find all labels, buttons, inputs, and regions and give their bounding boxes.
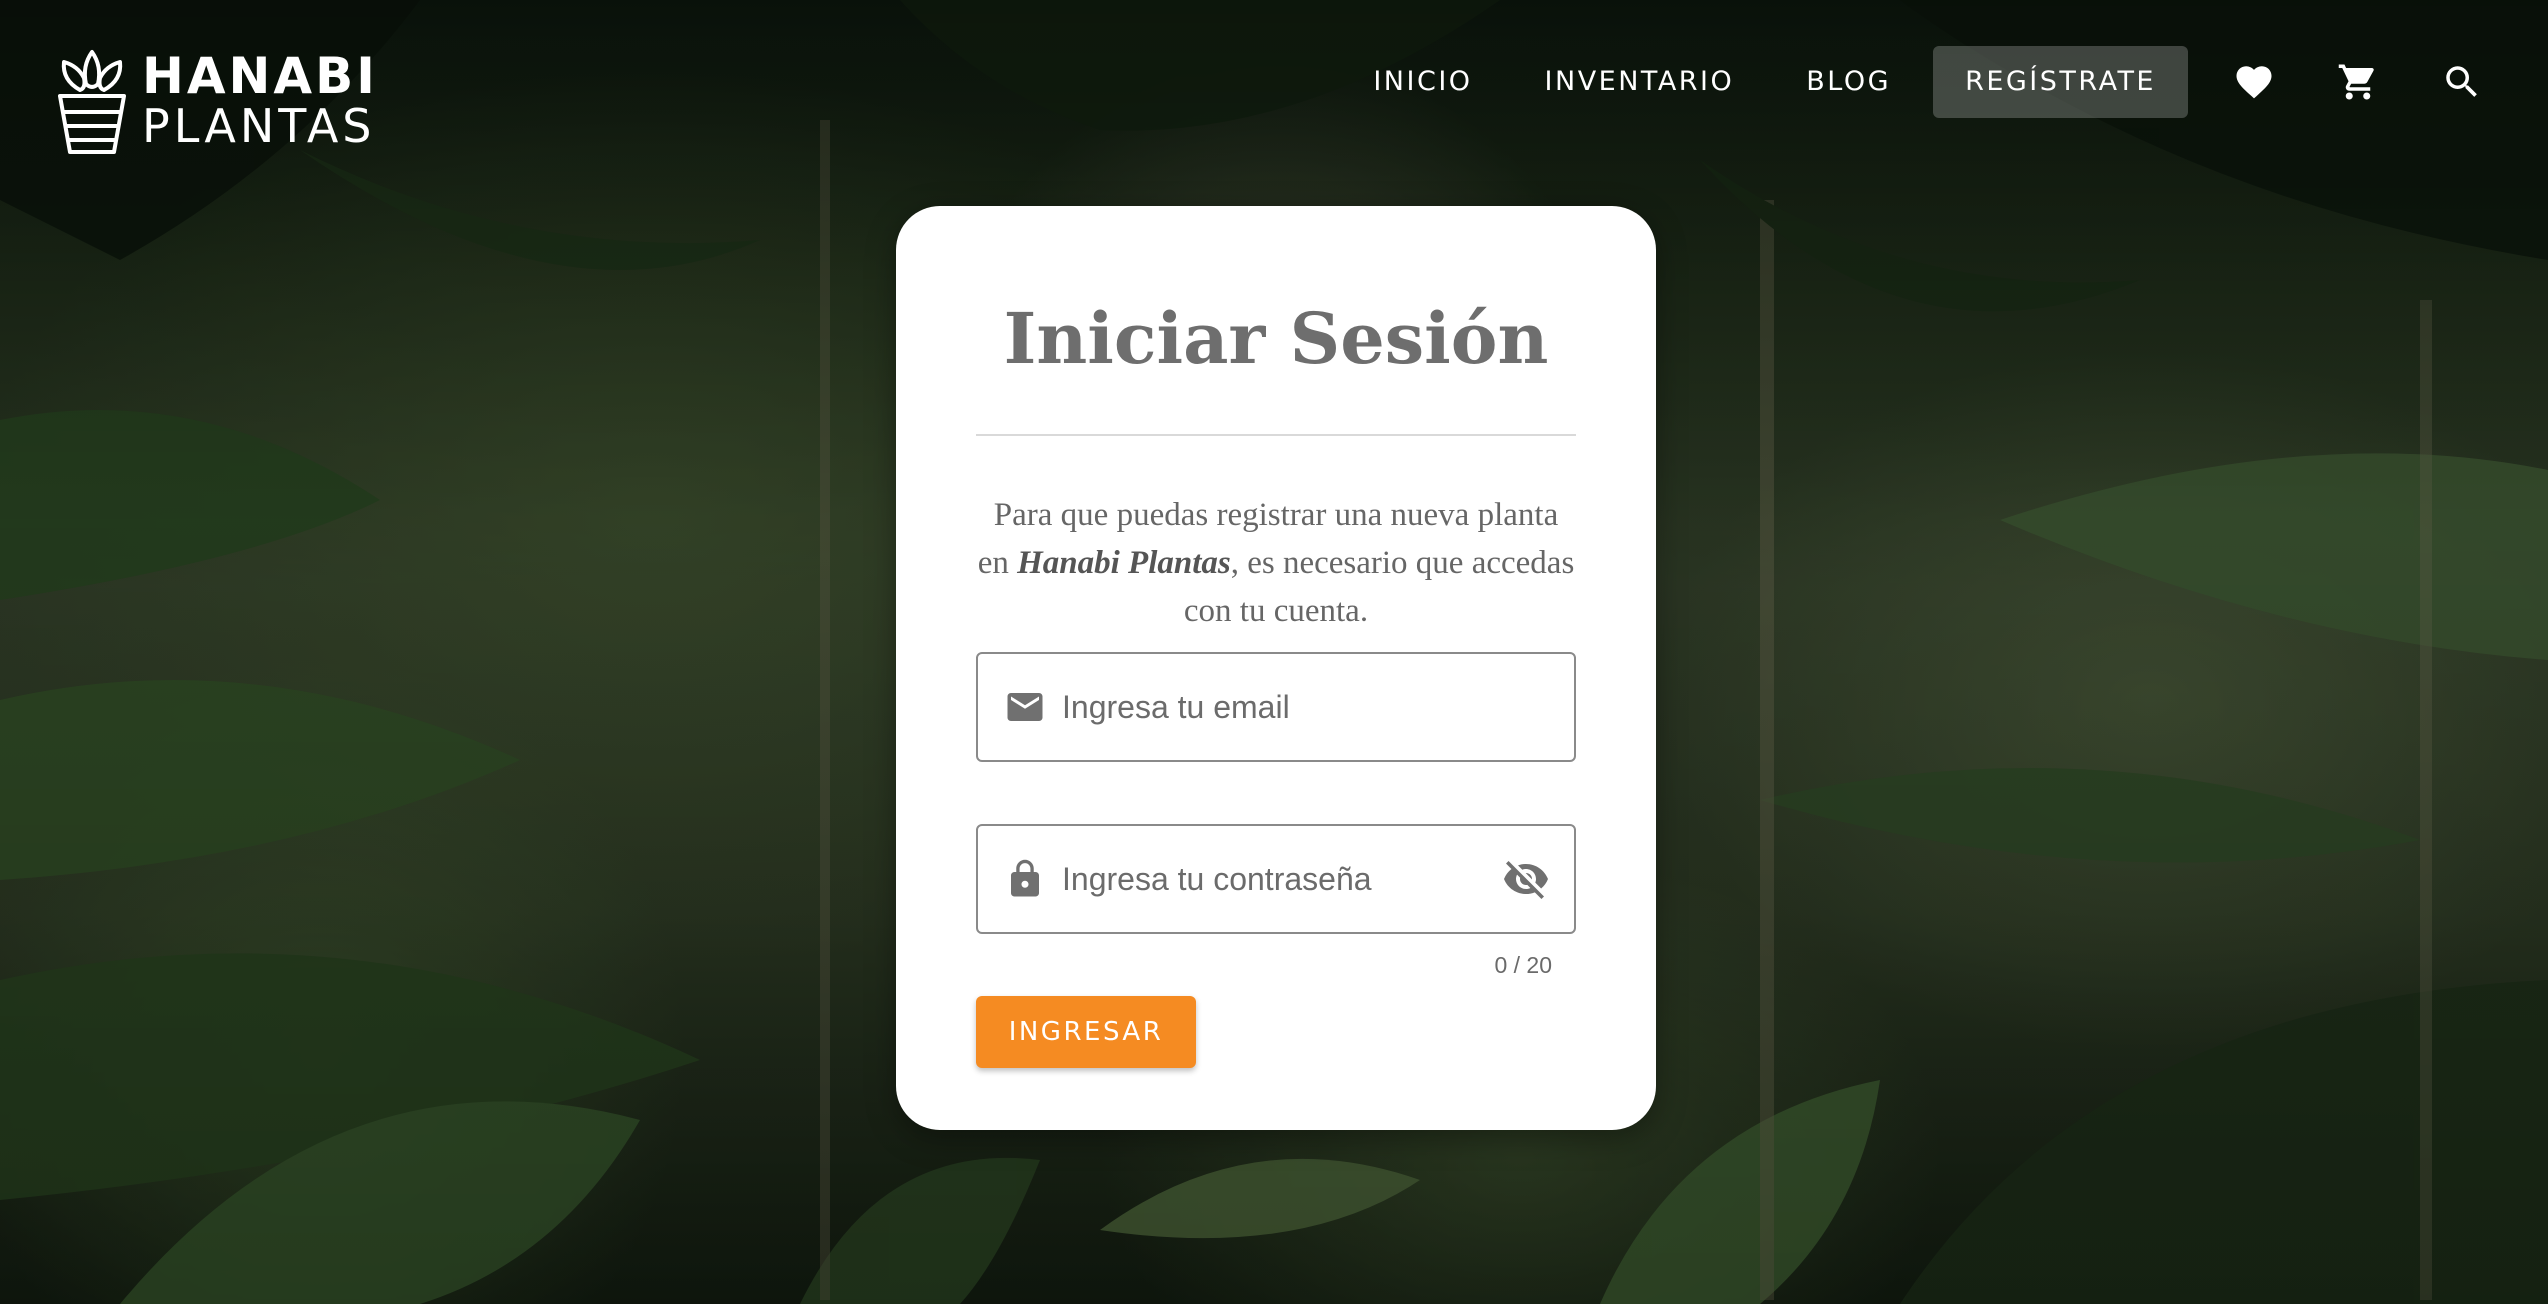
brand-logo[interactable]: HANABI PLANTAS (56, 48, 378, 154)
lock-icon (1011, 859, 1039, 897)
email-input[interactable] (1060, 676, 1574, 738)
brand-name: HANABI PLANTAS (142, 51, 378, 151)
mail-icon (1007, 693, 1043, 721)
password-char-counter: 0 / 20 (1494, 952, 1552, 978)
site-header: HANABI PLANTAS INICIO INVENTARIO BLOG RE… (0, 0, 2548, 160)
cart-button[interactable] (2306, 46, 2410, 118)
email-field (976, 652, 1576, 762)
visibility-off-icon[interactable] (1502, 855, 1550, 903)
description-text-end: , es necesario que accedas con tu cuenta… (1183, 545, 1575, 629)
login-card: Iniciar Sesión Para que puedas registrar… (896, 206, 1656, 1130)
login-title: Iniciar Sesión (1003, 297, 1549, 380)
password-input[interactable] (1060, 848, 1502, 910)
nav-item-blog[interactable]: BLOG (1770, 46, 1927, 118)
search-button[interactable] (2410, 46, 2514, 118)
login-submit-button[interactable]: INGRESAR (976, 996, 1196, 1068)
brand-name-line1: HANABI (142, 47, 378, 105)
title-divider (976, 434, 1576, 436)
password-field (976, 824, 1576, 934)
favorites-button[interactable] (2202, 46, 2306, 118)
login-description: Para que puedas registrar una nueva plan… (976, 491, 1576, 635)
description-brand: Hanabi Plantas (1017, 545, 1231, 581)
cart-icon (2338, 64, 2374, 100)
plant-pot-icon (58, 50, 126, 154)
nav-item-registrate[interactable]: REGÍSTRATE (1933, 46, 2188, 118)
nav-item-inventario[interactable]: INVENTARIO (1509, 46, 1771, 118)
search-icon (2446, 66, 2477, 97)
heart-icon (2236, 66, 2272, 99)
nav-item-inicio[interactable]: INICIO (1337, 46, 1508, 118)
brand-name-line2: PLANTAS (142, 99, 376, 153)
main-nav: INICIO INVENTARIO BLOG REGÍSTRATE (1337, 46, 2514, 118)
page: HANABI PLANTAS INICIO INVENTARIO BLOG RE… (0, 0, 2548, 1304)
